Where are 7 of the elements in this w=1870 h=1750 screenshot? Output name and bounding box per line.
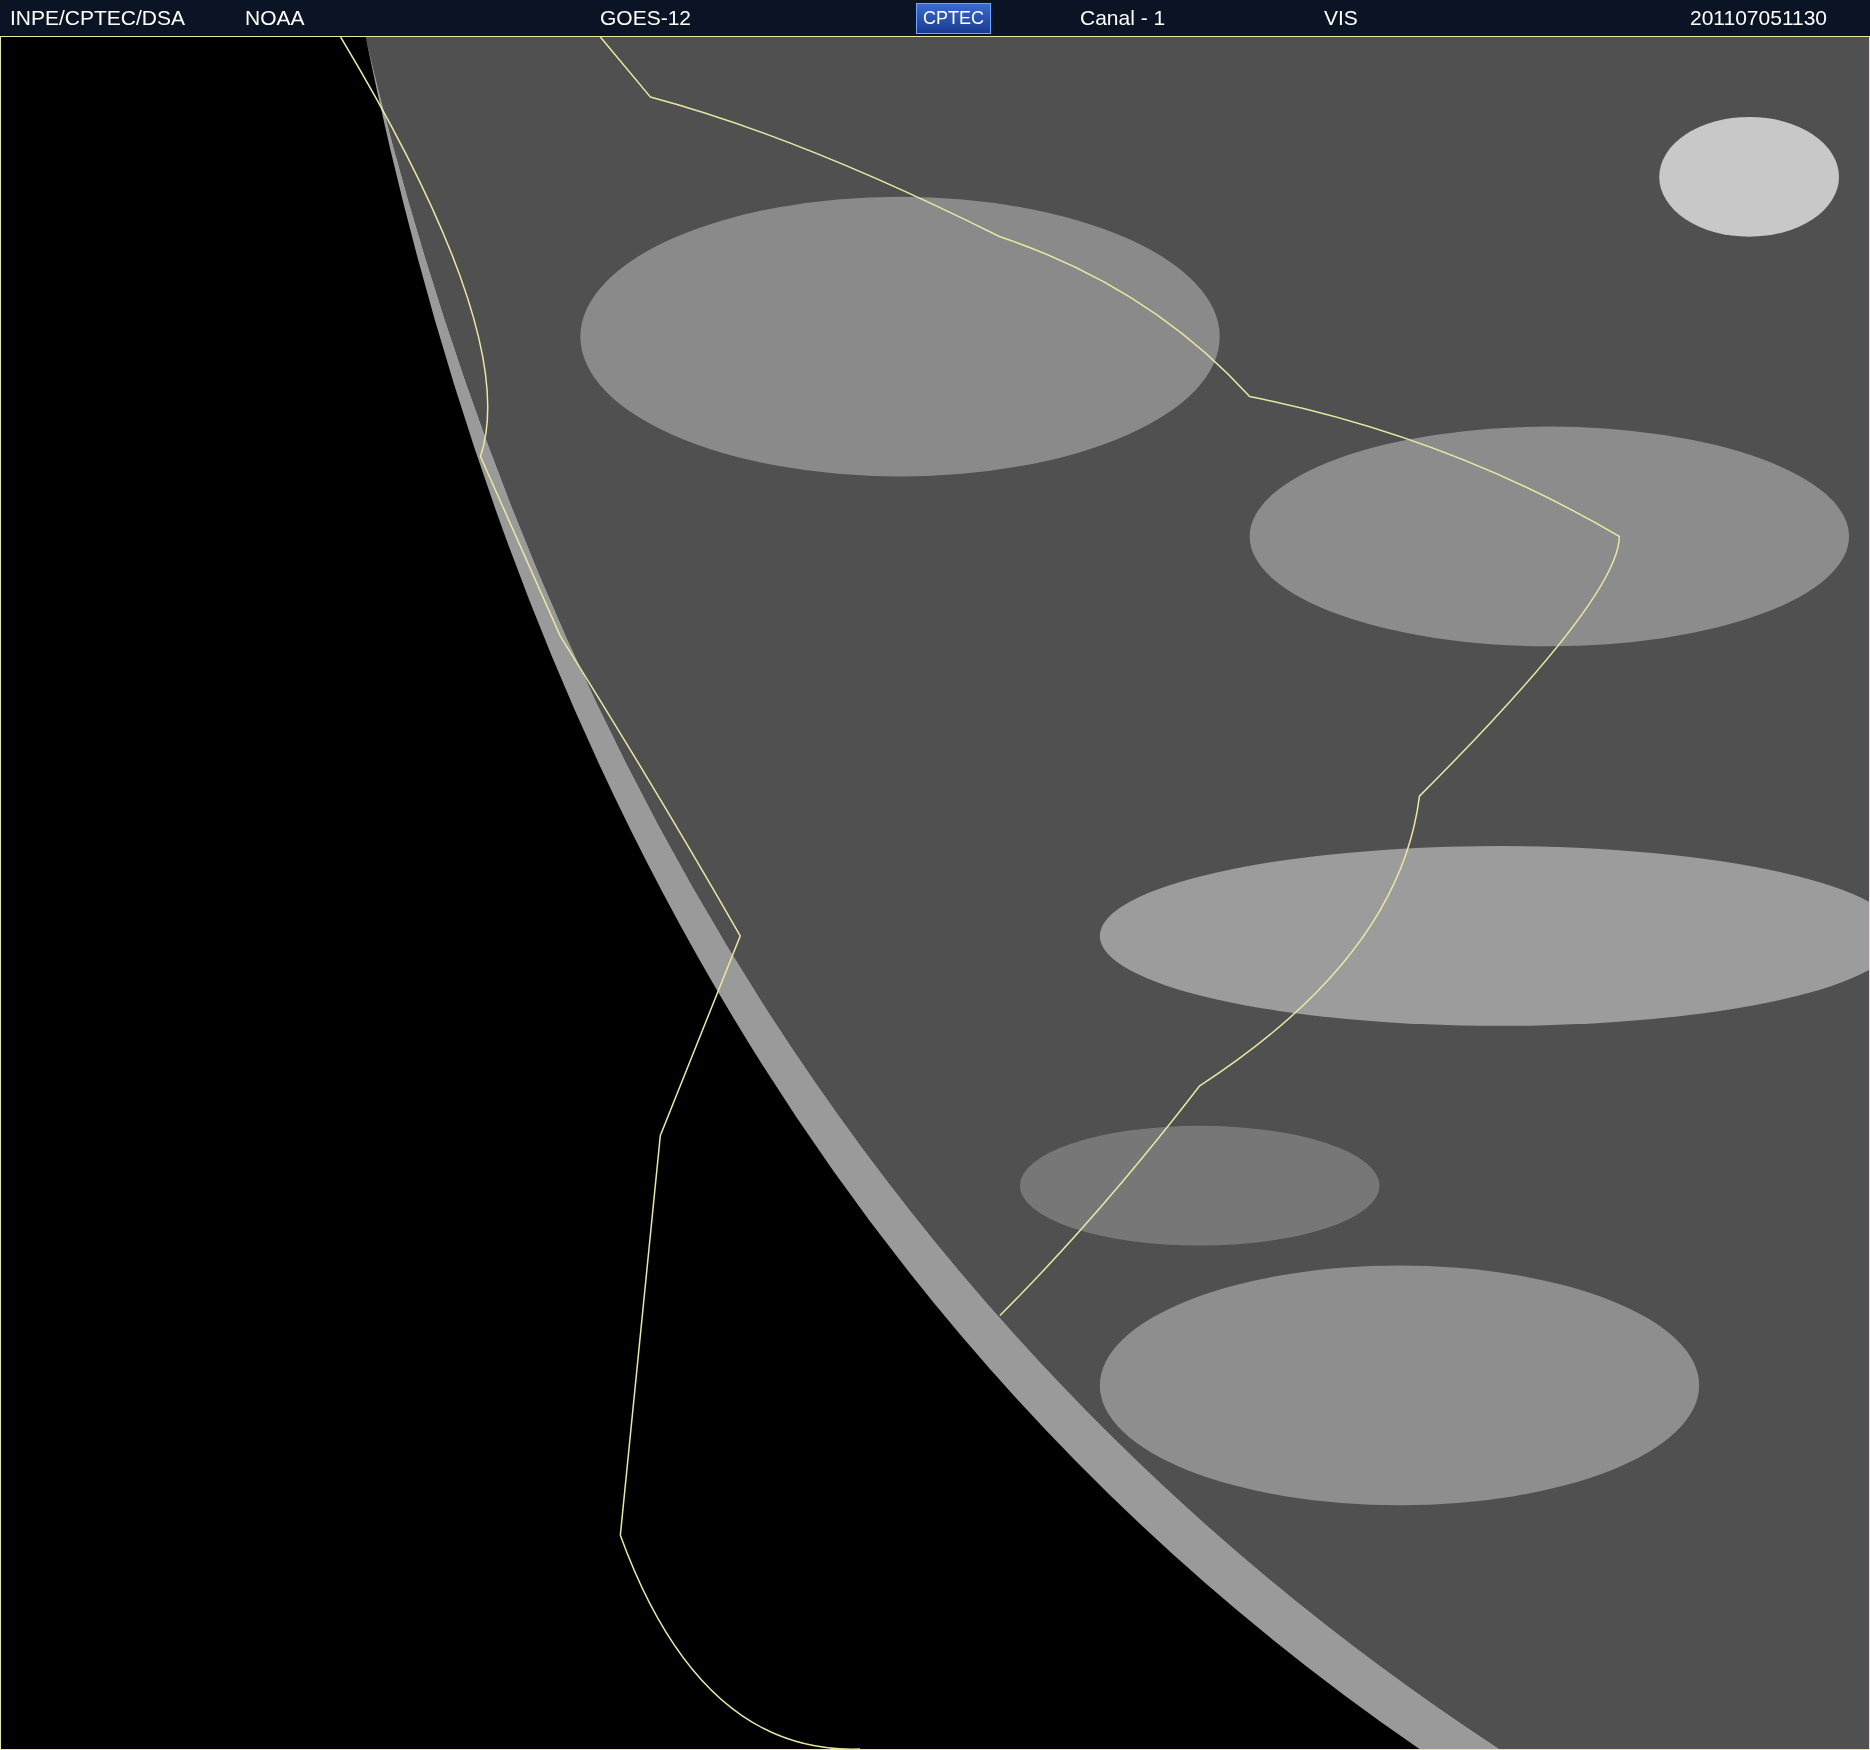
header-label: Canal - 1 [1080,6,1166,30]
header-label: VIS [1324,6,1358,30]
logo: CPTEC [916,2,991,34]
header-label: INPE/CPTEC/DSA [9,6,186,30]
header-label: GOES-12 [600,6,692,30]
header-label: 201107051130 [1690,6,1828,30]
header-label: NOAA [245,6,305,30]
